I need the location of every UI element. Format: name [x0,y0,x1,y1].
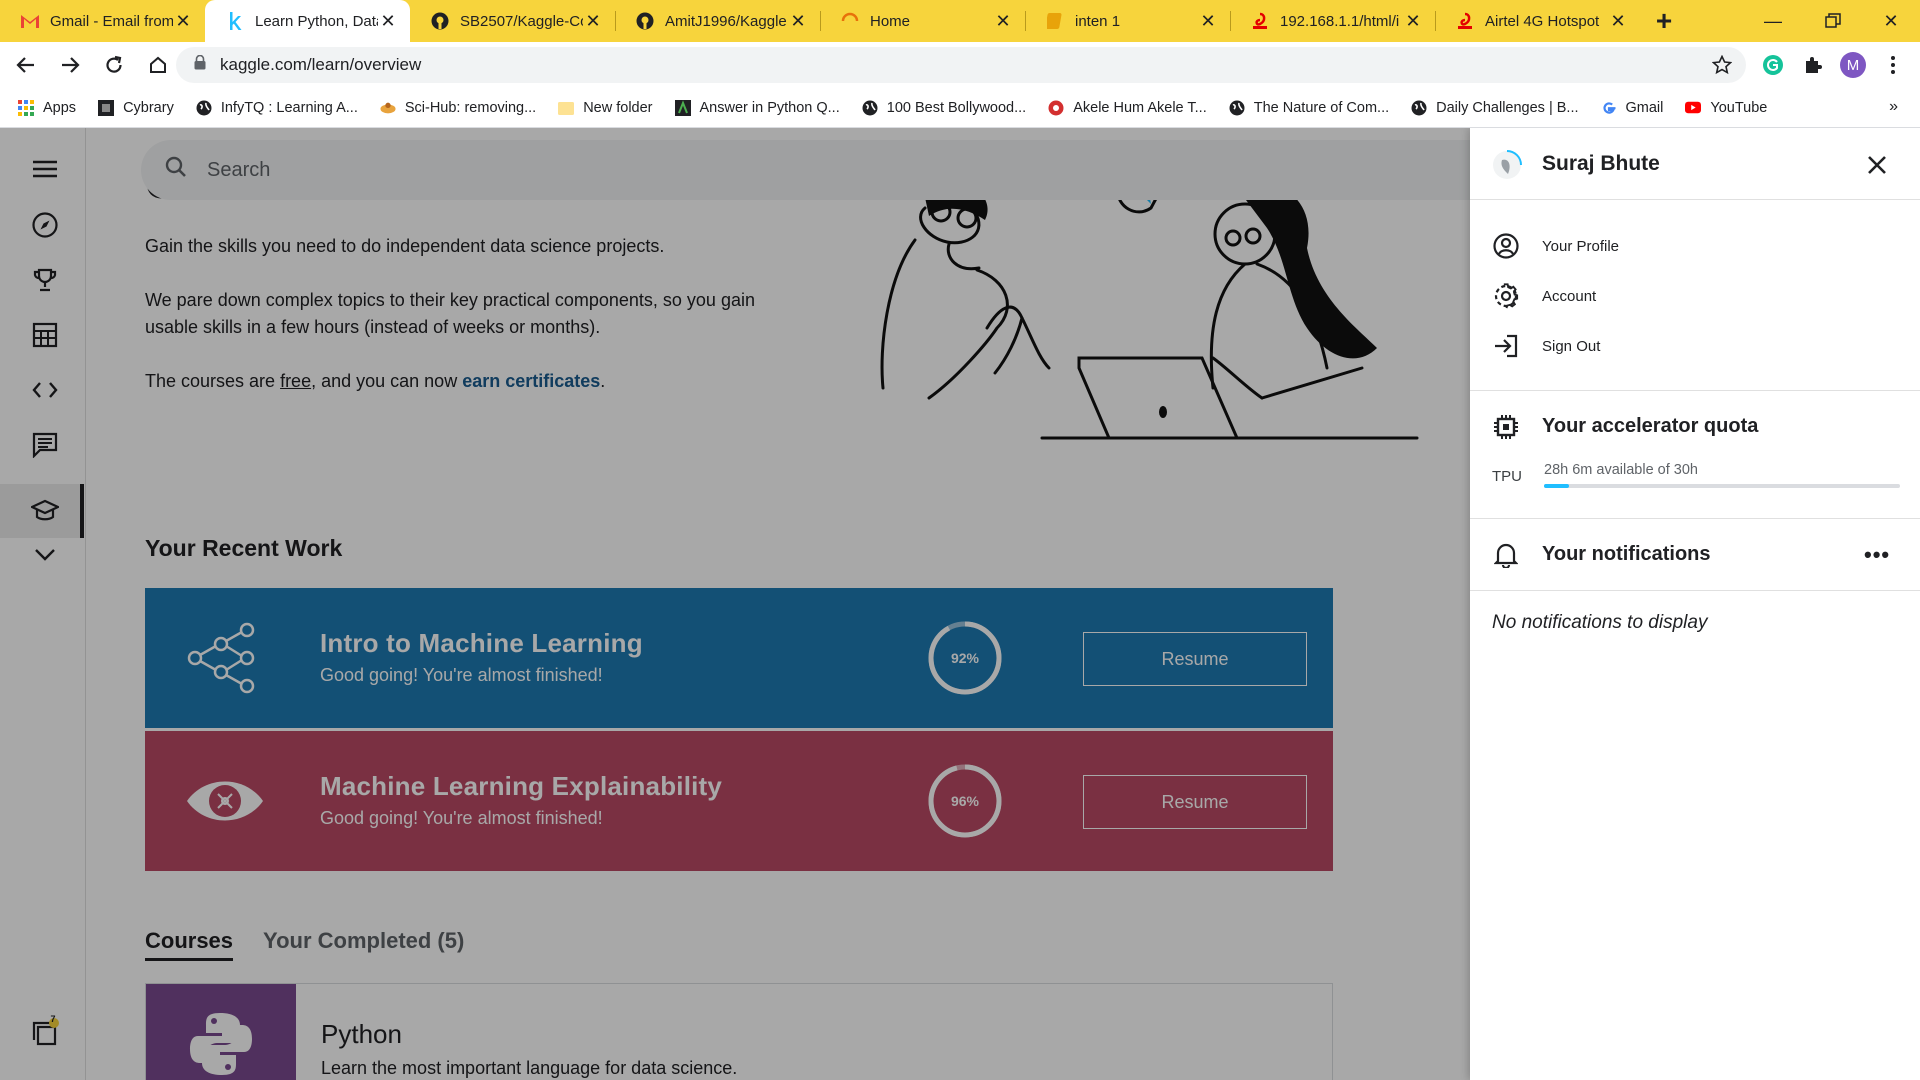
scihub-icon [380,100,396,116]
browser-toolbar: kaggle.com/learn/overview [0,42,1920,88]
drawer-header: Suraj Bhute [1470,128,1920,200]
cybrary-icon [98,99,115,116]
browser-tab-kaggle[interactable]: Learn Python, Data ✕ [205,0,410,42]
notifications-heading: Your notifications [1542,543,1711,565]
drawer-divider [1470,518,1920,519]
tpu-availability: 28h 6m available of 30h [1544,462,1698,478]
tpu-quota-bar [1544,484,1900,488]
new-tab-button[interactable]: + [1640,0,1688,42]
bookmark-nature-of-com[interactable]: The Nature of Com... [1229,100,1389,116]
airtel-icon [1455,11,1475,31]
more-bookmarks-button[interactable]: » [1889,98,1898,116]
drawer-username: Suraj Bhute [1542,152,1660,175]
close-icon[interactable] [1862,150,1892,180]
no-notifications-text: No notifications to display [1492,612,1708,633]
browser-tab-airtel[interactable]: Airtel 4G Hotspot ✕ [1435,0,1640,42]
bookmark-daily-challenges[interactable]: Daily Challenges | B... [1411,100,1579,116]
window-close-icon[interactable]: ✕ [1862,0,1920,42]
bookmark-infytq[interactable]: InfyTQ : Learning A... [196,100,358,116]
profile-avatar[interactable]: M [1840,52,1866,78]
more-options-icon[interactable]: ••• [1864,542,1890,568]
bookmark-bollywood[interactable]: 100 Best Bollywood... [862,100,1026,116]
restore-icon[interactable] [1804,0,1862,42]
extensions-puzzle-icon[interactable] [1800,52,1826,78]
bookmark-apps[interactable]: Apps [18,99,76,116]
gmail-icon [20,11,40,31]
folder-icon [558,100,575,116]
url-text: kaggle.com/learn/overview [220,55,422,74]
bookmark-youtube[interactable]: YouTube [1685,100,1767,116]
accelerator-quota-heading: Your accelerator quota [1542,415,1759,437]
bookmark-star-icon[interactable] [1711,54,1733,80]
reload-icon[interactable] [96,47,132,83]
bookmark-new-folder[interactable]: New folder [558,100,653,116]
globe-icon [1229,100,1245,116]
tab-close-icon[interactable]: ✕ [1608,11,1628,32]
gear-icon [1492,282,1520,310]
document-icon [1045,11,1065,31]
profile-drawer: Suraj Bhute Your Profile Account Sign Ou… [1470,128,1920,1080]
bookmark-cybrary[interactable]: Cybrary [98,99,174,116]
globe-icon [862,100,878,116]
kaggle-page: 7 Courses Gain the skills you need to do… [0,128,1920,1080]
tpu-quota-fill [1544,484,1569,488]
address-bar[interactable]: kaggle.com/learn/overview [176,47,1746,83]
browser-tab-router[interactable]: 192.168.1.1/html/i ✕ [1230,0,1435,42]
sign-out-icon [1492,332,1520,360]
google-icon [1601,100,1617,116]
bookmark-akele-hum[interactable]: Akele Hum Akele T... [1048,100,1207,116]
chip-icon [1492,413,1520,441]
loading-icon [840,11,860,31]
drawer-divider [1470,390,1920,391]
answer-icon [674,99,691,116]
sign-out-link[interactable]: Sign Out [1492,330,1892,362]
tab-close-icon[interactable]: ✕ [1403,11,1423,32]
browser-tab-home[interactable]: Home ✕ [820,0,1025,42]
browser-tab-github-2[interactable]: AmitJ1996/Kaggle ✕ [615,0,820,42]
tab-close-icon[interactable]: ✕ [173,11,193,32]
brand-icon [1048,100,1064,116]
drawer-divider [1470,590,1920,591]
your-profile-link[interactable]: Your Profile [1492,230,1892,262]
bookmark-answer-python[interactable]: Answer in Python Q... [674,99,840,116]
chrome-menu-icon[interactable] [1880,52,1906,78]
browser-tab-inten[interactable]: inten 1 ✕ [1025,0,1230,42]
user-avatar [1493,150,1522,179]
profile-icon [1492,232,1520,260]
account-link[interactable]: Account [1492,280,1892,312]
bookmark-scihub[interactable]: Sci-Hub: removing... [380,100,536,116]
bookmarks-bar: Apps Cybrary InfyTQ : Learning A... Sci-… [0,88,1920,128]
bell-icon [1492,541,1520,569]
tab-close-icon[interactable]: ✕ [583,11,603,32]
github-icon [635,11,655,31]
apps-grid-icon [18,99,34,116]
back-icon[interactable] [8,47,44,83]
forward-icon[interactable] [52,47,88,83]
minimize-icon[interactable]: — [1744,0,1802,42]
lock-icon [194,54,206,75]
browser-tab-strip: Gmail - Email from ✕ Learn Python, Data … [0,0,1920,42]
tab-close-icon[interactable]: ✕ [788,11,808,32]
browser-tab-github-1[interactable]: SB2507/Kaggle-Co ✕ [410,0,615,42]
tab-close-icon[interactable]: ✕ [993,11,1013,32]
tpu-label: TPU [1492,468,1522,485]
globe-icon [1411,100,1427,116]
home-icon[interactable] [140,47,176,83]
grammarly-icon[interactable] [1760,52,1786,78]
github-icon [430,11,450,31]
tab-close-icon[interactable]: ✕ [1198,11,1218,32]
globe-icon [196,100,212,116]
tab-close-icon[interactable]: ✕ [378,11,398,32]
airtel-icon [1250,11,1270,31]
youtube-icon [1685,100,1702,116]
kaggle-icon [225,11,245,31]
browser-tab-gmail[interactable]: Gmail - Email from ✕ [0,0,205,42]
bookmark-gmail[interactable]: Gmail [1601,100,1663,116]
